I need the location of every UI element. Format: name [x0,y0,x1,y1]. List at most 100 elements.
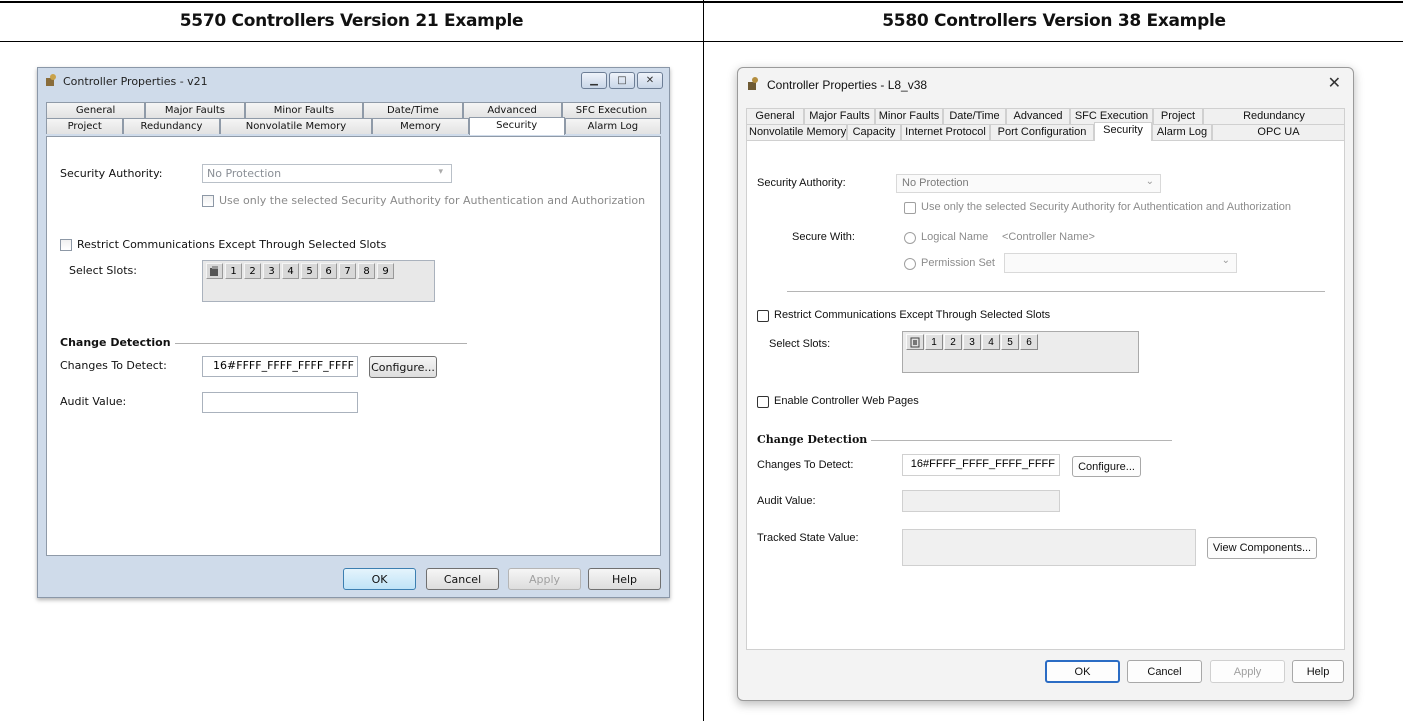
tab-project[interactable]: Project [1153,108,1203,124]
tab-project[interactable]: Project [46,118,124,134]
column-divider [703,0,704,721]
v38-title-text: Controller Properties - L8_v38 [767,78,928,92]
use-only-label: Use only the selected Security Authority… [219,194,646,207]
close-button[interactable]: ✕ [1328,73,1341,93]
select-slots-label: Select Slots: [69,264,137,277]
tab-internet-protocol[interactable]: Internet Protocol [901,124,990,140]
controller-icon [44,73,58,90]
tab-alarm-log[interactable]: Alarm Log [564,118,661,134]
v21-security-panel: Security Authority: No Protection ▾ Use … [46,136,661,556]
use-only-checkbox[interactable] [904,202,916,214]
slot-4[interactable]: 4 [282,263,299,279]
audit-value-label: Audit Value: [60,395,127,408]
tab-nonvolatile-memory[interactable]: Nonvolatile Memory [746,124,847,140]
v38-security-panel: Security Authority: No Protection ⌄ Use … [746,140,1345,650]
restrict-communications-label: Restrict Communications Except Through S… [77,238,387,251]
cancel-button[interactable]: Cancel [426,568,499,590]
slot-5[interactable]: 5 [301,263,318,279]
chevron-down-icon: ⌄ [1145,176,1154,187]
secure-with-label: Secure With: [792,231,855,243]
change-detection-heading: Change Detection [60,336,171,349]
tab-memory[interactable]: Memory [372,118,469,134]
use-only-checkbox[interactable] [202,195,214,207]
slot-selector[interactable]: 1 2 3 4 5 6 [902,331,1139,373]
help-button[interactable]: Help [1292,660,1344,683]
slot-6[interactable]: 6 [320,263,337,279]
slot-3[interactable]: 3 [263,263,280,279]
tab-security[interactable]: Security [1094,122,1152,141]
permission-set-radio[interactable] [904,258,916,270]
close-button[interactable]: ✕ [637,72,663,89]
restrict-communications-checkbox[interactable] [60,239,72,251]
change-detection-divider [871,440,1172,441]
logical-name-radio[interactable] [904,232,916,244]
security-authority-value: No Protection [902,177,969,189]
permission-set-combo[interactable]: ⌄ [1004,253,1237,273]
slot-selector[interactable]: 1 2 3 4 5 6 7 8 9 [202,260,435,302]
enable-web-pages-checkbox[interactable] [757,396,769,408]
restrict-communications-checkbox[interactable] [757,310,769,322]
slot-6[interactable]: 6 [1020,334,1038,350]
tab-nonvolatile-memory[interactable]: Nonvolatile Memory [219,118,373,134]
ok-button[interactable]: OK [1045,660,1120,683]
changes-to-detect-field[interactable]: 16#FFFF_FFFF_FFFF_FFFF [902,454,1060,476]
tab-advanced[interactable]: Advanced [1006,108,1070,124]
cancel-button[interactable]: Cancel [1127,660,1202,683]
tab-minor-faults[interactable]: Minor Faults [244,102,364,118]
slot-9[interactable]: 9 [377,263,394,279]
slot-7[interactable]: 7 [339,263,356,279]
audit-value-field[interactable] [202,392,358,413]
security-authority-label: Security Authority: [757,177,846,189]
tab-general[interactable]: General [746,108,804,124]
slot-5[interactable]: 5 [1001,334,1019,350]
v21-controller-properties-dialog: Controller Properties - v21 ▁ □ ✕ Genera… [37,67,670,598]
tracked-state-value-field[interactable] [902,529,1196,566]
ok-button[interactable]: OK [343,568,416,590]
configure-button[interactable]: Configure... [369,356,437,378]
tab-alarm-log[interactable]: Alarm Log [1152,124,1212,140]
v38-title-bar[interactable]: Controller Properties - L8_v38 [746,76,927,94]
tab-minor-faults[interactable]: Minor Faults [875,108,943,124]
tab-port-configuration[interactable]: Port Configuration [990,124,1094,140]
tab-major-faults[interactable]: Major Faults [804,108,875,124]
slot-3[interactable]: 3 [963,334,981,350]
change-detection-heading: Change Detection [757,433,868,446]
tab-opc-ua[interactable]: OPC UA [1212,124,1345,140]
v38-tab-strip: General Major Faults Minor Faults Date/T… [746,108,1345,141]
configure-button[interactable]: Configure... [1072,456,1141,477]
tab-security[interactable]: Security [468,117,565,135]
security-authority-combo[interactable]: No Protection ⌄ [896,174,1161,193]
slot-2[interactable]: 2 [244,263,261,279]
change-detection-divider [175,343,467,344]
view-components-button[interactable]: View Components... [1207,537,1317,559]
v21-title-bar[interactable]: Controller Properties - v21 [44,72,208,90]
changes-to-detect-label: Changes To Detect: [60,359,167,372]
tab-sfc-execution[interactable]: SFC Execution [561,102,662,118]
slot-1[interactable]: 1 [925,334,943,350]
slot-8[interactable]: 8 [358,263,375,279]
tab-advanced[interactable]: Advanced [462,102,562,118]
apply-button[interactable]: Apply [1210,660,1285,683]
chevron-down-icon: ▾ [438,167,443,177]
tab-general[interactable]: General [46,102,146,118]
right-column-header: 5580 Controllers Version 38 Example [882,11,1226,31]
window-buttons: ▁ □ ✕ [581,72,663,89]
security-authority-combo[interactable]: No Protection ▾ [202,164,452,183]
tracked-state-value-label: Tracked State Value: [757,532,859,544]
slot-1[interactable]: 1 [225,263,242,279]
apply-button[interactable]: Apply [508,568,581,590]
maximize-button[interactable]: □ [609,72,635,89]
slot-4[interactable]: 4 [982,334,1000,350]
tab-major-faults[interactable]: Major Faults [145,102,245,118]
tab-date-time[interactable]: Date/Time [363,102,463,118]
tab-capacity[interactable]: Capacity [847,124,901,140]
help-button[interactable]: Help [588,568,661,590]
permission-set-label: Permission Set [921,257,995,269]
tab-date-time[interactable]: Date/Time [943,108,1006,124]
tab-redundancy[interactable]: Redundancy [123,118,220,134]
slot-2[interactable]: 2 [944,334,962,350]
tab-redundancy[interactable]: Redundancy [1203,108,1345,124]
changes-to-detect-field[interactable]: 16#FFFF_FFFF_FFFF_FFFF [202,356,358,377]
minimize-button[interactable]: ▁ [581,72,607,89]
audit-value-field[interactable] [902,490,1060,512]
